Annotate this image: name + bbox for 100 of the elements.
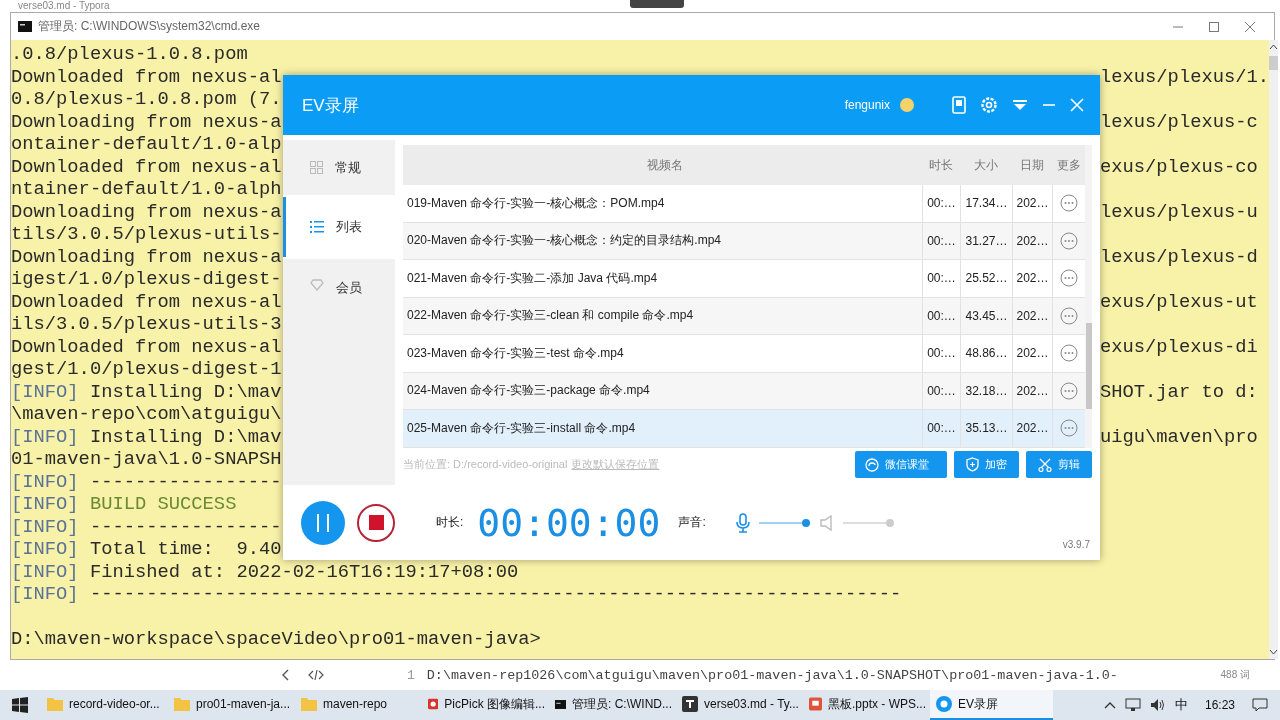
window-title: verse03.md - Typora — [18, 0, 110, 11]
nav-item[interactable]: 会员 — [283, 259, 395, 485]
table-cell: 202… — [1012, 335, 1052, 372]
scroll-up-icon[interactable] — [1269, 44, 1279, 50]
column-header: 视频名 — [645, 156, 684, 174]
word-count: 488 词 — [1220, 668, 1250, 682]
phone-icon[interactable] — [952, 96, 966, 114]
console-line: [INFO] Installing D:\mav — [11, 425, 282, 448]
table-cell: 31.27… — [960, 222, 1012, 259]
stop-button[interactable] — [357, 503, 395, 542]
grid-icon — [310, 161, 323, 174]
table-row[interactable]: 020-Maven 命令行-实验一-核心概念：约定的目录结构.mp4 00:… 31.27… 202… — [403, 222, 1085, 260]
editor-line: D:\maven-rep1026\com\atguigu\maven\pro01-maven-java\1.0-SNAPSHOT\pro01-maven-java-1.0- — [426, 667, 1118, 683]
table-cell: 43.45… — [960, 297, 1012, 334]
table-row[interactable]: 023-Maven 命令行-实验三-test 命令.mp4 00:… 48.86… 202… — [403, 335, 1085, 373]
save-location: 当前位置: D:/record-video-original — [403, 457, 568, 472]
chevron-up-icon[interactable] — [1103, 701, 1116, 709]
coin-icon[interactable] — [900, 98, 914, 112]
toolbar-handle[interactable] — [630, 0, 684, 8]
slides-icon — [809, 696, 822, 712]
console-line: gest/1.0/plexus-digest-1 — [11, 358, 282, 381]
timer: 00:00:00 — [477, 500, 661, 545]
scrollbar[interactable] — [1269, 40, 1279, 659]
scroll-down-icon[interactable] — [1269, 649, 1279, 655]
nav-item[interactable]: 常规 — [283, 140, 395, 195]
taskbar-item[interactable]: maven-repo — [295, 690, 418, 720]
console-line: .0.8/plexus-1.0.8.pom — [11, 43, 248, 66]
app-icon — [428, 696, 439, 712]
more-icon[interactable] — [1060, 231, 1078, 250]
console-line: tils/3.0.5/plexus-utils- — [11, 223, 282, 246]
console-line: [INFO] ----------------- — [11, 515, 282, 538]
close-icon[interactable] — [1244, 20, 1256, 33]
line-number: 1 — [407, 667, 415, 683]
windows-icon[interactable] — [12, 697, 28, 713]
more-icon[interactable] — [1060, 269, 1078, 288]
app-icon — [682, 696, 698, 712]
taskbar-item[interactable]: verse03.md - Ty... — [676, 690, 799, 720]
network-icon[interactable] — [1124, 698, 1141, 712]
table-cell: 202… — [1012, 185, 1052, 222]
microphone-icon[interactable] — [735, 512, 750, 533]
taskbar-item[interactable]: pro01-maven-ja... — [168, 690, 291, 720]
table-cell: 32.18… — [960, 372, 1012, 409]
more-icon[interactable] — [1060, 381, 1078, 400]
console-line: [INFO] Finished at: 2022-02-16T16:19:17+08:00 — [11, 560, 519, 583]
console-line: exus/plexus-co — [1100, 155, 1258, 178]
console-line: [INFO] ------------------------------------------------------------------------ — [11, 583, 902, 606]
console-line: uigu\maven\pro — [1100, 425, 1258, 448]
taskbar-item[interactable]: 黑板.pptx - WPS... — [803, 690, 926, 720]
maximize-icon[interactable] — [1208, 20, 1220, 33]
table-cell: 00:… — [922, 185, 960, 222]
scrollbar[interactable] — [1085, 145, 1092, 448]
taskbar-item[interactable]: 管理员: C:\WIND... — [549, 690, 672, 720]
volume-icon[interactable] — [1149, 698, 1166, 712]
console-line: 0.8/plexus-1.0.8.pom (7. — [11, 88, 282, 111]
table-cell-text: 021-Maven 命令行-实验二-添加 Java 代码.mp4 — [406, 269, 659, 287]
table-cell-text: 022-Maven 命令行-实验三-clean 和 compile 命令.mp4 — [406, 307, 695, 325]
console-line: Downloaded from nexus-al — [11, 155, 282, 178]
settings-icon[interactable] — [980, 96, 998, 114]
table-row[interactable]: 025-Maven 命令行-实验三-install 命令.mp4 00:… 35.13… 202… — [403, 410, 1085, 448]
console-line: [INFO] Total time: 9.40 — [11, 538, 282, 561]
more-icon[interactable] — [1060, 194, 1078, 213]
taskbar-item[interactable]: record-video-or... — [41, 690, 164, 720]
table-row[interactable]: 019-Maven 命令行-实验一-核心概念：POM.mp4 00:… 17.34… 202… — [403, 185, 1085, 223]
pause-icon — [315, 512, 331, 533]
table-cell: 202… — [1012, 372, 1052, 409]
clock[interactable]: 16:23 — [1204, 698, 1235, 712]
input-method[interactable]: 中 — [1174, 696, 1188, 714]
table-cell: 00:… — [922, 410, 960, 447]
code-icon[interactable] — [308, 669, 324, 681]
speaker-icon[interactable] — [819, 514, 834, 531]
table-cell: 17.34… — [960, 185, 1012, 222]
scroll-thumb[interactable] — [1269, 56, 1279, 70]
table-row[interactable]: 021-Maven 命令行-实验二-添加 Java 代码.mp4 00:… 25.52… 202… — [403, 260, 1085, 298]
more-icon[interactable] — [1060, 419, 1078, 438]
more-icon[interactable] — [1060, 344, 1078, 363]
console-line: lexus/plexus-u — [1100, 200, 1258, 223]
chevron-left-icon[interactable] — [281, 669, 291, 681]
dropdown-icon[interactable] — [1012, 99, 1028, 111]
pause-button[interactable] — [301, 500, 345, 545]
console-line: Downloaded from nexus-al — [11, 335, 282, 358]
taskbar-item[interactable]: PicPick 图像编辑... — [422, 690, 545, 720]
taskbar-item[interactable]: EV录屏 — [930, 690, 1053, 720]
more-icon[interactable] — [1060, 306, 1078, 325]
table-cell-text: 025-Maven 命令行-实验三-install 命令.mp4 — [406, 419, 637, 437]
scroll-thumb[interactable] — [1086, 323, 1092, 409]
console-line: Downloaded from nexus-al — [11, 290, 282, 313]
console-line: Downloading from nexus-a — [11, 245, 282, 268]
table-cell: 00:… — [922, 222, 960, 259]
duration-label: 时长: — [436, 514, 464, 531]
console-line: exus/plexus-di — [1100, 335, 1258, 358]
table-cell: 25.52… — [960, 260, 1012, 297]
table-row[interactable]: 022-Maven 命令行-实验三-clean 和 compile 命令.mp4 00:… 43.45… 202… — [403, 297, 1085, 335]
notification-icon[interactable] — [1252, 698, 1268, 712]
table-cell-text: 020-Maven 命令行-实验一-核心概念：约定的目录结构.mp4 — [406, 232, 723, 250]
column-header: 大小 — [973, 156, 999, 174]
table-row[interactable]: 024-Maven 命令行-实验三-package 命令.mp4 00:… 32.18… 202… — [403, 372, 1085, 410]
table-cell: 202… — [1012, 260, 1052, 297]
console-line: D:\maven-workspace\spaceVideo\pro01-maven-java> — [11, 628, 541, 651]
table-cell-text: 019-Maven 命令行-实验一-核心概念：POM.mp4 — [406, 194, 666, 212]
diamond-icon — [310, 279, 324, 291]
